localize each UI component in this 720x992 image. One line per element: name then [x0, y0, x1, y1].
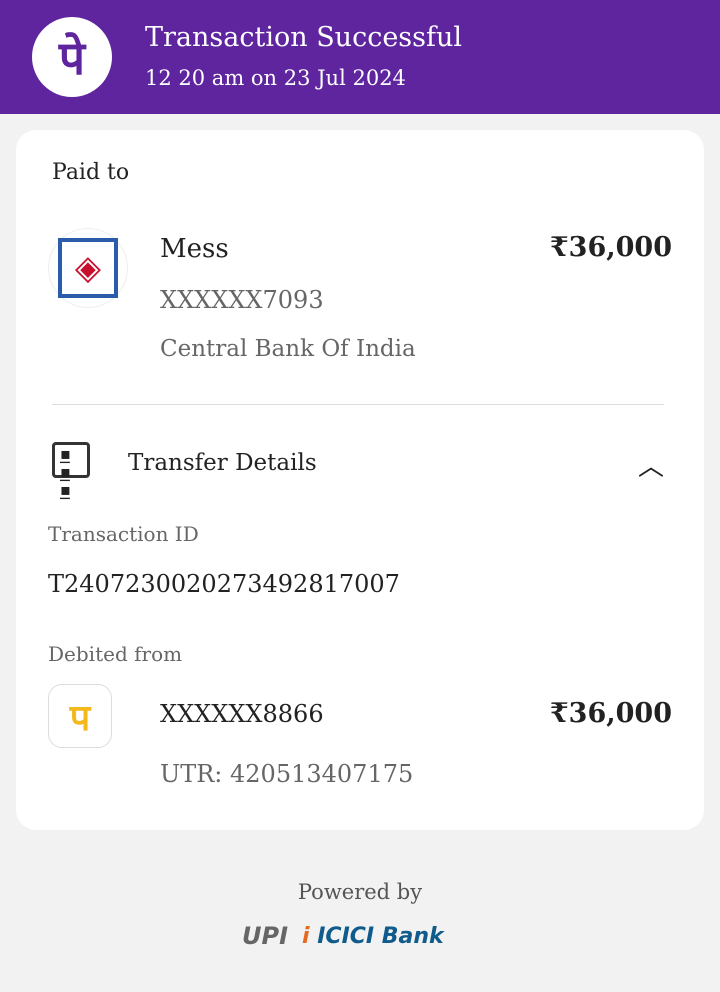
payee-name: Mess: [160, 234, 229, 264]
central-bank-icon: ◈: [48, 228, 128, 308]
debit-amount: ₹36,000: [549, 698, 672, 729]
divider: [52, 404, 664, 405]
timestamp: 12 20 am on 23 Jul 2024: [145, 66, 406, 90]
chevron-up-icon[interactable]: ︿: [638, 446, 664, 483]
paid-to-label: Paid to: [52, 160, 130, 185]
transaction-card: Paid to ◈ Mess ₹36,000 XXXXXX7093 Centra…: [16, 130, 704, 830]
payee-bank: Central Bank Of India: [160, 336, 416, 362]
partner-logos: UPI i ICICI Bank: [242, 922, 444, 950]
phonepe-logo-icon: पे: [32, 17, 112, 97]
payee-account: XXXXXX7093: [160, 286, 324, 314]
transfer-details-toggle[interactable]: Transfer Details: [128, 450, 317, 476]
amount: ₹36,000: [549, 232, 672, 263]
pnb-bank-icon: प: [48, 684, 112, 748]
transaction-id: T2407230020273492817007: [48, 570, 400, 598]
powered-by: Powered by: [297, 880, 423, 904]
debit-account: XXXXXX8866: [160, 700, 324, 728]
icici-logo: i ICICI Bank: [302, 923, 444, 949]
header: पे Transaction Successful 12 20 am on 23…: [0, 0, 720, 114]
debited-from-label: Debited from: [48, 642, 183, 666]
list-icon: ▪ ─ ▪ ─ ▪ ─: [52, 442, 90, 507]
utr: UTR: 420513407175: [160, 760, 414, 788]
transaction-id-label: Transaction ID: [48, 522, 199, 546]
status-title: Transaction Successful: [145, 22, 463, 53]
upi-logo: UPI: [242, 922, 289, 950]
